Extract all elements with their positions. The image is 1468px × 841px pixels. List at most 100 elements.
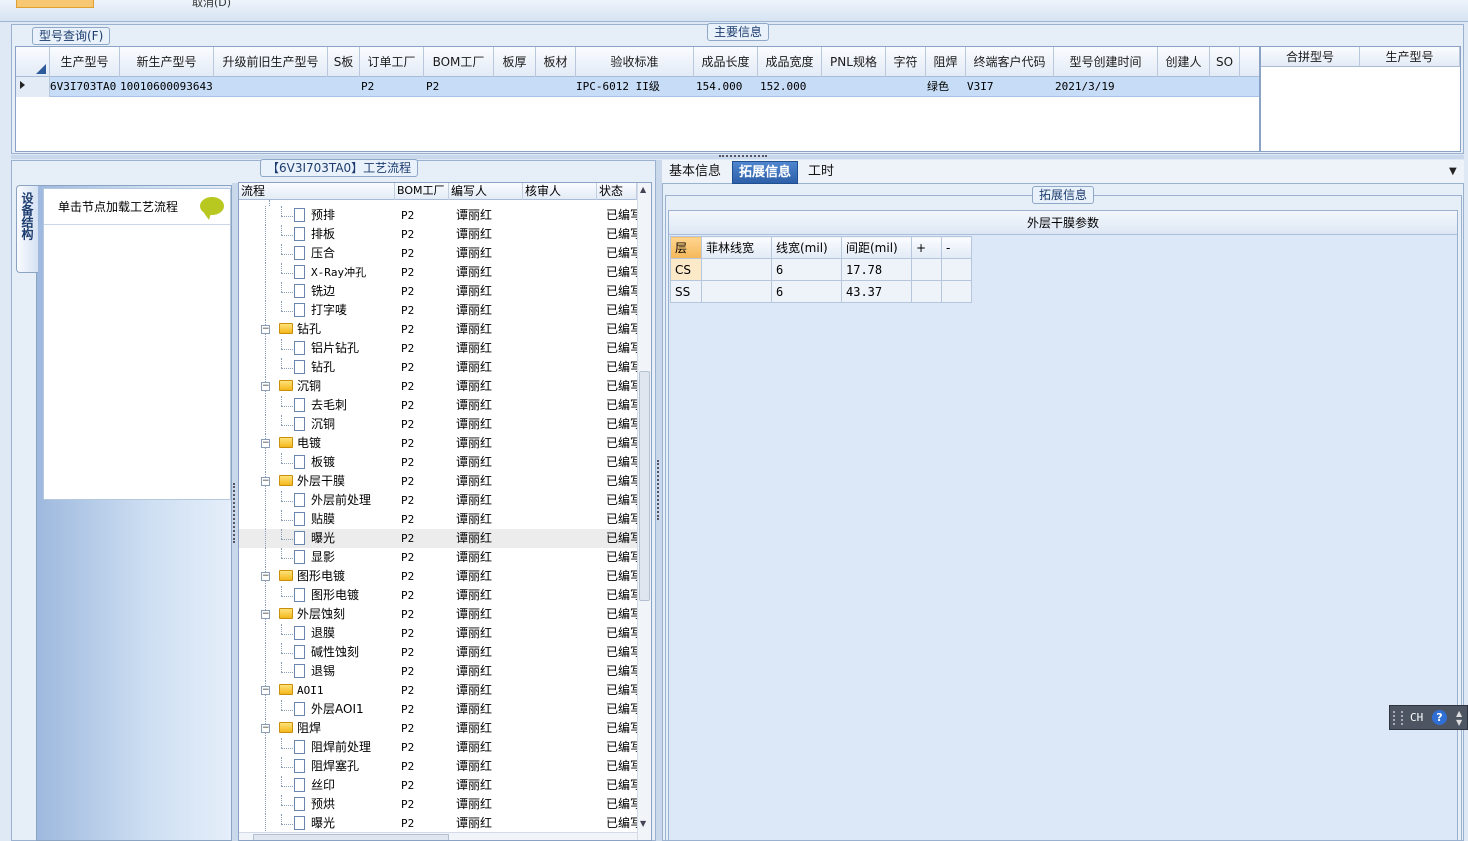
remove-column-button[interactable]: - <box>941 236 972 259</box>
col-header[interactable]: 间距(mil) <box>841 236 912 259</box>
tree-step-row[interactable]: 碱性蚀刻 P2 谭丽红 已编写 <box>239 643 637 662</box>
tree-step-row[interactable]: 丝印 P2 谭丽红 已编写 <box>239 776 637 795</box>
ime-toolbar[interactable]: CH ? ▲ ▼ <box>1389 705 1468 730</box>
row-indicator[interactable] <box>16 77 50 97</box>
add-column-button[interactable]: + <box>911 236 942 259</box>
col-header[interactable]: 新生产型号 <box>120 47 214 77</box>
col-header[interactable]: 生产型号 <box>1360 47 1460 67</box>
col-header[interactable]: 编写人 <box>449 183 523 200</box>
col-header[interactable]: BOM工厂 <box>395 183 449 200</box>
tree-step-row[interactable]: 曝光 P2 谭丽红 已编写 <box>239 814 637 833</box>
tree-vertical-scrollbar[interactable]: ▲ ▼ <box>637 183 651 840</box>
horizontal-splitter[interactable] <box>11 155 1464 159</box>
tree-step-row[interactable]: 铣边 P2 谭丽红 已编写 <box>239 282 637 301</box>
tree-step-row[interactable]: 压合 P2 谭丽红 已编写 <box>239 244 637 263</box>
tree-folder-row[interactable]: − 阻焊 P2 谭丽红 已编写 <box>239 719 637 738</box>
ime-language-label[interactable]: CH <box>1410 711 1423 724</box>
tree-step-row[interactable]: 预排 P2 谭丽红 已编写 <box>239 206 637 225</box>
cell-line-width[interactable]: 6 <box>771 280 842 303</box>
tree-folder-row[interactable]: − 沉铜 P2 谭丽红 已编写 <box>239 377 637 396</box>
collapse-toggle-icon[interactable]: − <box>261 439 270 448</box>
collapse-toggle-icon[interactable]: − <box>261 325 270 334</box>
scroll-thumb[interactable] <box>639 371 650 601</box>
collapse-toggle-icon[interactable]: − <box>261 724 270 733</box>
tree-step-row[interactable]: 退锡 P2 谭丽红 已编写 <box>239 662 637 681</box>
tree-step-row[interactable]: 排板 P2 谭丽红 已编写 <box>239 225 637 244</box>
tree-horizontal-scrollbar[interactable] <box>239 832 637 840</box>
col-header[interactable]: 型号创建时间 <box>1054 47 1158 77</box>
col-header[interactable]: 订单工厂 <box>360 47 424 77</box>
cell-spacing[interactable]: 17.78 <box>841 258 912 281</box>
col-header[interactable]: 阻焊 <box>926 47 966 77</box>
tree-step-row[interactable]: 外层AOI1 P2 谭丽红 已编写 <box>239 700 637 719</box>
col-header[interactable]: 生产型号 <box>50 47 120 77</box>
active-toolbar-item[interactable] <box>16 0 94 8</box>
col-header[interactable]: BOM工厂 <box>424 47 494 77</box>
tree-step-row[interactable]: 贴膜 P2 谭丽红 已编写 <box>239 510 637 529</box>
collapse-toggle-icon[interactable]: − <box>261 477 270 486</box>
cell-film-width[interactable] <box>701 280 772 303</box>
tab-extended-info[interactable]: 拓展信息 <box>732 161 799 184</box>
col-header[interactable]: 状态 <box>597 183 637 200</box>
tree-folder-row[interactable]: − 外层蚀刻 P2 谭丽红 已编写 <box>239 605 637 624</box>
collapse-toggle-icon[interactable]: − <box>261 686 270 695</box>
table-row[interactable]: 6V3I703TA0 10010600093643 P2 P2 IPC-6012… <box>16 77 1259 97</box>
tree-step-row[interactable]: 沉铜 P2 谭丽红 已编写 <box>239 415 637 434</box>
col-header[interactable]: 升级前旧生产型号 <box>214 47 328 77</box>
col-header[interactable]: 成品宽度 <box>758 47 822 77</box>
tab-dropdown-icon[interactable]: ▼ <box>1449 166 1457 177</box>
tab-work-hours[interactable]: 工时 <box>802 161 840 184</box>
collapse-toggle-icon[interactable]: − <box>261 572 270 581</box>
tree-folder-row[interactable]: − 外层干膜 P2 谭丽红 已编写 <box>239 472 637 491</box>
model-query-caption[interactable]: 型号查询(F) <box>32 27 111 45</box>
table-row[interactable]: CS 6 17.78 <box>670 258 972 281</box>
cell-spacing[interactable]: 43.37 <box>841 280 912 303</box>
cell-empty[interactable] <box>911 280 942 303</box>
node-hint-box[interactable]: 单击节点加载工艺流程 <box>43 188 231 500</box>
cell-empty[interactable] <box>941 258 972 281</box>
scroll-up-icon[interactable]: ▲ <box>640 185 646 194</box>
tree-step-row[interactable]: 板镀 P2 谭丽红 已编写 <box>239 453 637 472</box>
col-header[interactable]: PNL规格 <box>822 47 886 77</box>
col-header[interactable]: 流程 <box>239 183 395 200</box>
collapse-toggle-icon[interactable]: − <box>261 382 270 391</box>
tree-step-row[interactable]: 外层前处理 P2 谭丽红 已编写 <box>239 491 637 510</box>
col-header[interactable]: 核审人 <box>523 183 597 200</box>
col-header[interactable]: 菲林线宽 <box>701 236 772 259</box>
tree-step-row[interactable]: 铝片钻孔 P2 谭丽红 已编写 <box>239 339 637 358</box>
col-header[interactable]: 字符 <box>886 47 926 77</box>
tree-step-row[interactable]: 退膜 P2 谭丽红 已编写 <box>239 624 637 643</box>
help-icon[interactable]: ? <box>1432 710 1447 725</box>
tree-folder-row[interactable]: − 图形电镀 P2 谭丽红 已编写 <box>239 567 637 586</box>
tree-step-row[interactable]: X-Ray冲孔 P2 谭丽红 已编写 <box>239 263 637 282</box>
col-header[interactable]: 板厚 <box>494 47 536 77</box>
tree-step-row[interactable]: 阻焊塞孔 P2 谭丽红 已编写 <box>239 757 637 776</box>
tab-equipment-structure[interactable]: 设备结构 <box>16 185 38 273</box>
tree-folder-row[interactable]: − 钻孔 P2 谭丽红 已编写 <box>239 320 637 339</box>
tab-basic-info[interactable]: 基本信息 <box>663 161 727 184</box>
toolbar-cut-text[interactable]: 取消(D) <box>192 0 231 10</box>
table-row[interactable]: SS 6 43.37 <box>670 280 972 303</box>
tree-step-row[interactable]: 曝光 P2 谭丽红 已编写 <box>239 529 637 548</box>
col-header[interactable]: 终端客户代码 <box>966 47 1054 77</box>
col-header[interactable]: S板 <box>328 47 360 77</box>
cell-empty[interactable] <box>941 280 972 303</box>
ime-menu-icon[interactable]: ▲ ▼ <box>1456 709 1462 727</box>
collapse-toggle-icon[interactable]: − <box>261 610 270 619</box>
tree-step-row[interactable]: 打字唛 P2 谭丽红 已编写 <box>239 301 637 320</box>
tree-step-row[interactable]: 图形电镀 P2 谭丽红 已编写 <box>239 586 637 605</box>
cell-empty[interactable] <box>911 258 942 281</box>
tree-step-row[interactable]: 钻孔 P2 谭丽红 已编写 <box>239 358 637 377</box>
tree-folder-row[interactable]: − AOI1 P2 谭丽红 已编写 <box>239 681 637 700</box>
tree-step-row[interactable]: 显影 P2 谭丽红 已编写 <box>239 548 637 567</box>
cell-line-width[interactable]: 6 <box>771 258 842 281</box>
tree-step-row[interactable]: 阻焊前处理 P2 谭丽红 已编写 <box>239 738 637 757</box>
col-header[interactable]: 层 <box>670 236 702 259</box>
col-header[interactable]: SO <box>1210 47 1240 77</box>
ime-grip-icon[interactable] <box>1393 711 1403 725</box>
col-header[interactable]: 线宽(mil) <box>771 236 842 259</box>
tree-step-row[interactable]: 预烘 P2 谭丽红 已编写 <box>239 795 637 814</box>
tree-folder-row[interactable]: − 电镀 P2 谭丽红 已编写 <box>239 434 637 453</box>
scroll-down-icon[interactable]: ▼ <box>640 819 646 828</box>
col-header[interactable]: 板材 <box>536 47 576 77</box>
